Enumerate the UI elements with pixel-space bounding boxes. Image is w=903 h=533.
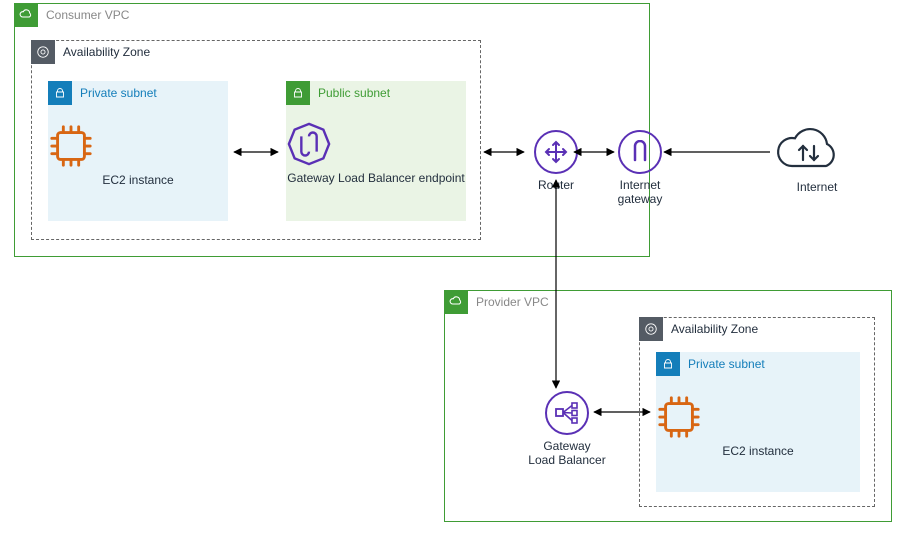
router-icon <box>534 130 578 174</box>
consumer-az-title: Availability Zone <box>55 45 150 59</box>
consumer-az-header: Availability Zone <box>31 40 150 64</box>
gateway-load-balancer-icon <box>545 391 589 435</box>
consumer-ec2-instance: EC2 instance <box>48 123 228 187</box>
internet-cloud-icon <box>772 122 862 176</box>
consumer-private-subnet: Private subnet EC2 instance <box>48 81 228 221</box>
consumer-vpc-header: Consumer VPC <box>14 3 129 27</box>
router: Router <box>526 130 586 192</box>
provider-az-header: Availability Zone <box>639 317 758 341</box>
internet-gateway: Internet gateway <box>605 130 675 206</box>
gateway-load-balancer: Gateway Load Balancer <box>519 391 615 467</box>
provider-private-subnet-header: Private subnet <box>656 352 765 376</box>
provider-vpc: Provider VPC Availability Zone Private s… <box>444 290 892 522</box>
lock-icon <box>48 81 72 105</box>
glb-label: Gateway Load Balancer <box>528 439 605 467</box>
availability-zone-icon <box>639 317 663 341</box>
consumer-private-subnet-title: Private subnet <box>72 86 157 100</box>
provider-private-subnet: Private subnet EC2 instance <box>656 352 860 492</box>
consumer-private-subnet-header: Private subnet <box>48 81 157 105</box>
provider-vpc-header: Provider VPC <box>444 290 549 314</box>
ec2-instance-icon <box>48 123 228 169</box>
consumer-public-subnet-header: Public subnet <box>286 81 390 105</box>
consumer-public-subnet-title: Public subnet <box>310 86 390 100</box>
lock-icon <box>656 352 680 376</box>
vpc-icon <box>444 290 468 314</box>
lock-icon <box>286 81 310 105</box>
gateway-load-balancer-endpoint-icon <box>286 121 466 167</box>
provider-private-subnet-title: Private subnet <box>680 357 765 371</box>
provider-ec2-instance: EC2 instance <box>656 394 860 458</box>
consumer-public-subnet: Public subnet Gateway Load Balancer endp… <box>286 81 466 221</box>
consumer-az: Availability Zone Private subnet <box>31 40 481 240</box>
consumer-vpc-title: Consumer VPC <box>38 8 129 22</box>
provider-az-title: Availability Zone <box>663 322 758 336</box>
provider-vpc-title: Provider VPC <box>468 295 549 309</box>
internet-gateway-icon <box>618 130 662 174</box>
ec2-instance-icon <box>656 394 860 440</box>
consumer-ec2-label: EC2 instance <box>102 173 173 187</box>
vpc-icon <box>14 3 38 27</box>
availability-zone-icon <box>31 40 55 64</box>
internet-label: Internet <box>797 180 838 194</box>
provider-az: Availability Zone Private subnet <box>639 317 875 507</box>
provider-ec2-label: EC2 instance <box>722 444 793 458</box>
router-label: Router <box>538 178 574 192</box>
glb-endpoint: Gateway Load Balancer endpoint <box>286 121 466 185</box>
internet: Internet <box>772 122 862 194</box>
igw-label: Internet gateway <box>618 178 663 206</box>
glb-endpoint-label: Gateway Load Balancer endpoint <box>287 171 464 185</box>
